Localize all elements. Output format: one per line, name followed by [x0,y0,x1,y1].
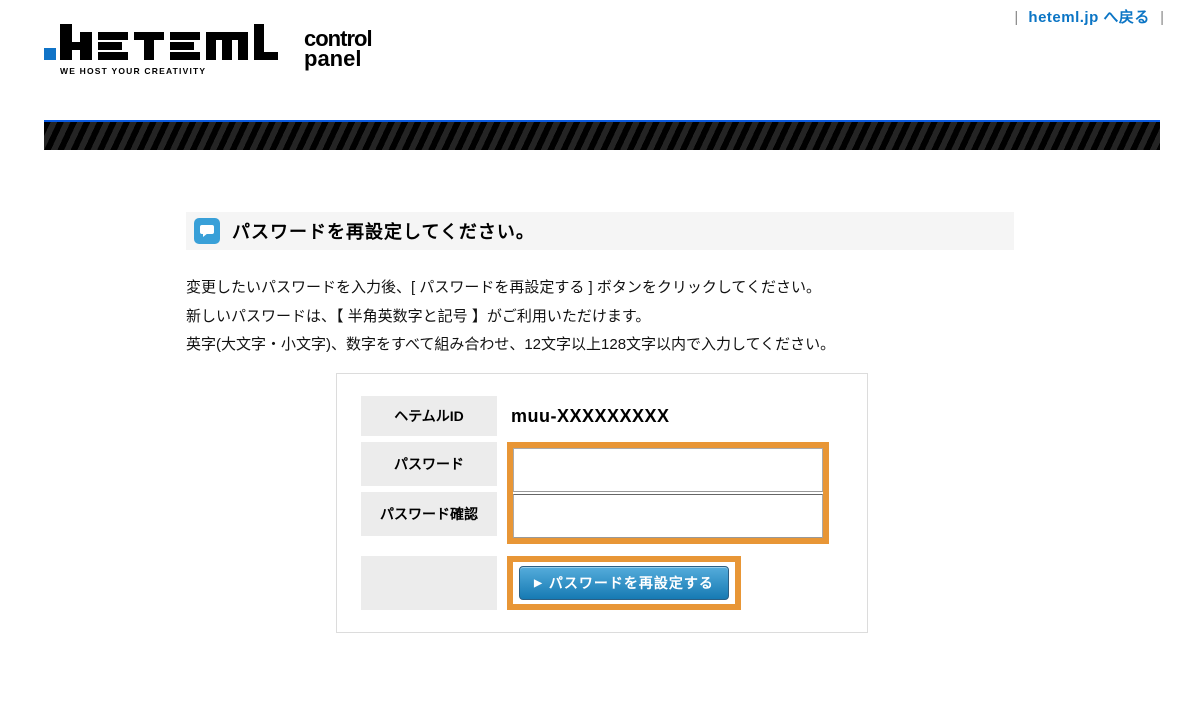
instruction-line-2: 新しいパスワードは、【 半角英数字と記号 】がご利用いただけます。 [186,303,835,332]
label-heteml-id: ヘテムルID [361,396,497,436]
separator: | [1014,9,1018,26]
value-heteml-id: muu-XXXXXXXXX [497,396,843,436]
highlight-password-fields [507,442,829,544]
instructions: 変更したいパスワードを入力後、[ パスワードを再設定する ] ボタンをクリックし… [186,274,835,360]
heteml-id-text: muu-XXXXXXXXX [511,406,670,427]
reset-password-button-label: パスワードを再設定する [549,573,714,593]
row-heteml-id: ヘテムルID muu-XXXXXXXXX [361,396,843,436]
label-submit-spacer [361,556,497,610]
brand-tagline-text: WE HOST YOUR CREATIVITY [60,66,206,76]
separator: | [1160,9,1164,26]
reset-password-button[interactable]: パスワードを再設定する [519,566,729,600]
password-input[interactable] [513,448,823,492]
brand-logo: WE HOST YOUR CREATIVITY control panel [44,18,404,82]
page-heading: パスワードを再設定してください。 [186,212,1014,250]
instruction-line-1: 変更したいパスワードを入力後、[ パスワードを再設定する ] ボタンをクリックし… [186,274,835,303]
row-submit: パスワードを再設定する [361,556,843,610]
heteml-logo-svg: WE HOST YOUR CREATIVITY control panel [44,18,404,82]
speech-bubble-icon [194,218,220,244]
header-divider-bar [44,120,1160,150]
instruction-line-3: 英字(大文字・小文字)、数字をすべて組み合わせ、12文字以上128文字以内で入力… [186,331,835,360]
label-password: パスワード [361,442,497,486]
top-link-bar: | heteml.jp へ戻る | [1008,6,1170,27]
panel-text: panel [304,46,361,71]
password-confirm-input[interactable] [513,494,823,538]
label-password-confirm: パスワード確認 [361,492,497,536]
back-to-heteml-link[interactable]: heteml.jp へ戻る [1028,9,1150,26]
page-title: パスワードを再設定してください。 [232,218,535,244]
password-reset-form: ヘテムルID muu-XXXXXXXXX パスワード パスワード確認 パスワード… [336,373,868,633]
highlight-submit-button: パスワードを再設定する [507,556,741,610]
